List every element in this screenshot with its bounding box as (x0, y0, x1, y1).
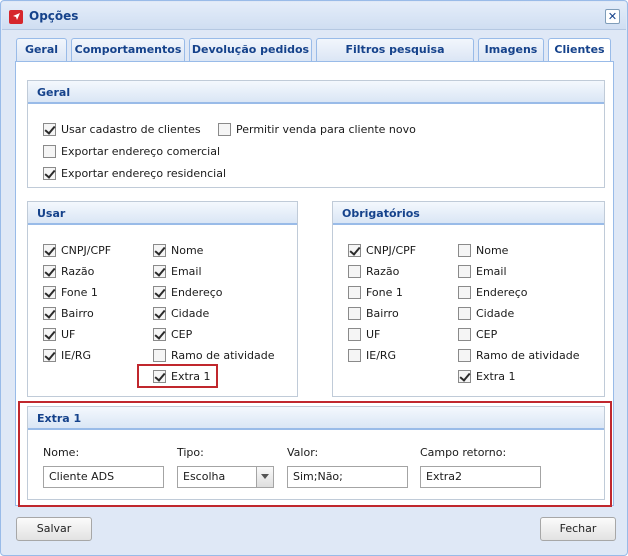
checkbox[interactable] (43, 145, 56, 158)
checkbox[interactable] (43, 307, 56, 320)
checkbox[interactable] (153, 244, 166, 257)
checkbox-label: Fone 1 (61, 286, 98, 299)
checkbox-label: CEP (171, 328, 193, 341)
checkbox[interactable] (43, 349, 56, 362)
tab-filtros-pesquisa-produtos[interactable]: Filtros pesquisa produtos (316, 38, 474, 77)
tab-comportamentos[interactable]: Comportamentos (71, 38, 185, 61)
checkbox[interactable] (43, 167, 56, 180)
checkbox-label: Ramo de atividade (171, 349, 275, 362)
checkbox-label: Email (476, 265, 507, 278)
tab-geral[interactable]: Geral (16, 38, 67, 61)
checkbox-label: Cidade (171, 307, 210, 320)
valor-label: Valor: (287, 446, 319, 459)
close-button[interactable]: Fechar (540, 517, 616, 541)
checkbox[interactable] (153, 328, 166, 341)
checkbox[interactable] (348, 286, 361, 299)
checkbox-label: Razão (61, 265, 95, 278)
checkbox-label: Fone 1 (366, 286, 403, 299)
geral-fieldset: Geral Usar cadastro de clientes Permitir… (27, 80, 605, 188)
checkbox[interactable] (43, 244, 56, 257)
checkbox-label: Email (171, 265, 202, 278)
checkbox-label: Bairro (61, 307, 94, 320)
checkbox-label: UF (366, 328, 381, 341)
extra1-fieldset: Extra 1 Nome: Cliente ADS Tipo: Escolha … (27, 406, 605, 500)
checkbox[interactable] (348, 307, 361, 320)
tab-clientes[interactable]: Clientes (548, 38, 611, 62)
checkbox[interactable] (458, 286, 471, 299)
obrigatorios-header: Obrigatórios (333, 202, 604, 225)
checkbox[interactable] (153, 307, 166, 320)
checkbox-label: Nome (476, 244, 509, 257)
nome-label: Nome: (43, 446, 80, 459)
checkbox-label: CNPJ/CPF (366, 244, 417, 257)
geral-title: Geral (37, 86, 71, 99)
checkbox[interactable] (348, 349, 361, 362)
checkbox[interactable] (43, 286, 56, 299)
tab-devolucao-pedidos[interactable]: Devolução pedidos (189, 38, 312, 61)
checkbox-label: Cidade (476, 307, 515, 320)
tab-imagens[interactable]: Imagens (478, 38, 544, 61)
checkbox-label: Extra 1 (476, 370, 516, 383)
checkbox[interactable] (458, 244, 471, 257)
extra1-header: Extra 1 (28, 407, 604, 430)
title-bar[interactable]: Opções ✕ (2, 2, 626, 30)
geral-header: Geral (28, 81, 604, 104)
campo-retorno-label: Campo retorno: (420, 446, 507, 459)
window-title: Opções (29, 9, 79, 23)
checkbox[interactable] (153, 349, 166, 362)
checkbox[interactable] (153, 286, 166, 299)
extra1-highlight-box (137, 364, 218, 388)
checkbox[interactable] (348, 244, 361, 257)
valor-input[interactable]: Sim;Não; (287, 466, 408, 488)
usar-title: Usar (37, 207, 66, 220)
nome-input[interactable]: Cliente ADS (43, 466, 164, 488)
checkbox-label: Exportar endereço comercial (61, 145, 221, 158)
close-icon[interactable]: ✕ (605, 9, 620, 24)
checkbox-label: Exportar endereço residencial (61, 167, 227, 180)
obrigatorios-fieldset: Obrigatórios CNPJ/CPF Razão Fone 1 Bairro UF… (332, 201, 605, 397)
checkbox[interactable] (458, 328, 471, 341)
checkbox[interactable] (458, 349, 471, 362)
clientes-panel: Geral Usar cadastro de clientes Permitir… (15, 61, 614, 507)
checkbox[interactable] (458, 370, 471, 383)
checkbox[interactable] (43, 328, 56, 341)
checkbox-label: Ramo de atividade (476, 349, 580, 362)
checkbox[interactable] (458, 265, 471, 278)
checkbox-label: Permitir venda para cliente novo (236, 123, 416, 136)
checkbox-label: Razão (366, 265, 400, 278)
checkbox[interactable] (348, 265, 361, 278)
checkbox-label: CEP (476, 328, 498, 341)
checkbox-label: CNPJ/CPF (61, 244, 112, 257)
extra1-title: Extra 1 (37, 412, 82, 425)
checkbox-label: Endereço (171, 286, 223, 299)
usar-header: Usar (28, 202, 297, 225)
app-icon (9, 10, 23, 24)
checkbox-label: UF (61, 328, 76, 341)
checkbox[interactable] (348, 328, 361, 341)
checkbox-label: Endereço (476, 286, 528, 299)
checkbox-label: IE/RG (61, 349, 92, 362)
checkbox[interactable] (218, 123, 231, 136)
tipo-select-value: Escolha (183, 470, 226, 483)
chevron-down-icon[interactable] (256, 467, 273, 487)
checkbox[interactable] (153, 265, 166, 278)
checkbox-label: Usar cadastro de clientes (61, 123, 201, 136)
checkbox[interactable] (43, 123, 56, 136)
options-dialog: Opções ✕ Geral Comportamentos Devolução … (0, 0, 628, 556)
tipo-select[interactable]: Escolha (177, 466, 274, 488)
checkbox-label: Bairro (366, 307, 399, 320)
checkbox[interactable] (43, 265, 56, 278)
checkbox[interactable] (458, 307, 471, 320)
obrigatorios-title: Obrigatórios (342, 207, 420, 220)
checkbox-label: Nome (171, 244, 204, 257)
checkbox-label: IE/RG (366, 349, 397, 362)
tipo-label: Tipo: (177, 446, 204, 459)
save-button[interactable]: Salvar (16, 517, 92, 541)
campo-retorno-input[interactable]: Extra2 (420, 466, 541, 488)
